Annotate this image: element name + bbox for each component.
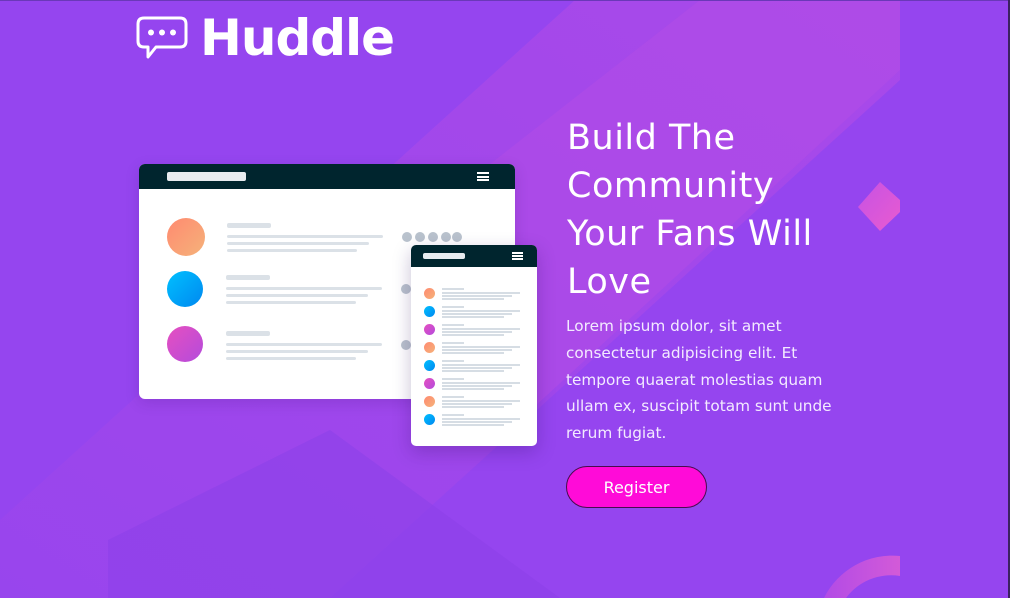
avatar-icon bbox=[424, 288, 435, 299]
hero-description: Lorem ipsum dolor, sit amet consectetur … bbox=[566, 317, 832, 443]
menu-icon bbox=[477, 172, 489, 181]
avatar-icon bbox=[424, 324, 435, 335]
placeholder-line bbox=[226, 294, 368, 297]
mobile-window-mockup bbox=[411, 245, 537, 446]
titlebar-placeholder-line bbox=[167, 172, 246, 181]
top-edge bbox=[0, 0, 1010, 1]
menu-icon bbox=[512, 252, 523, 260]
mobile-list-item bbox=[411, 322, 537, 340]
brand-name: Huddle bbox=[200, 9, 395, 67]
placeholder-line bbox=[227, 235, 383, 238]
avatar-icon bbox=[424, 396, 435, 407]
placeholder-line bbox=[226, 343, 382, 346]
mobile-list-item bbox=[411, 286, 537, 304]
avatar-icon bbox=[424, 342, 435, 353]
mobile-list-item bbox=[411, 340, 537, 358]
mobile-window-titlebar bbox=[411, 245, 537, 267]
avatar-icon bbox=[424, 306, 435, 317]
desktop-window-titlebar bbox=[139, 164, 515, 189]
status-dot bbox=[428, 232, 438, 242]
placeholder-line bbox=[226, 350, 368, 353]
mobile-list-item bbox=[411, 412, 537, 430]
avatar-icon bbox=[424, 378, 435, 389]
mobile-list-item bbox=[411, 358, 537, 376]
placeholder-line bbox=[226, 357, 356, 360]
titlebar-placeholder-line bbox=[423, 253, 465, 259]
avatar-icon bbox=[424, 360, 435, 371]
placeholder-line bbox=[226, 331, 270, 336]
status-dot bbox=[415, 232, 425, 242]
register-button[interactable]: Register bbox=[566, 466, 707, 508]
placeholder-line bbox=[226, 301, 356, 304]
avatar-icon bbox=[167, 218, 205, 256]
hero-heading: Build The Community Your Fans Will Love bbox=[567, 118, 813, 302]
app-mockup-illustration bbox=[139, 164, 539, 448]
placeholder-line bbox=[226, 275, 270, 280]
placeholder-line bbox=[227, 242, 369, 245]
status-dot bbox=[452, 232, 462, 242]
placeholder-line bbox=[227, 223, 271, 228]
placeholder-line bbox=[227, 249, 357, 252]
placeholder-line bbox=[226, 287, 382, 290]
avatar-icon bbox=[167, 271, 203, 307]
mobile-list-item bbox=[411, 394, 537, 412]
status-dot bbox=[401, 340, 411, 350]
status-dot bbox=[401, 284, 411, 294]
logo[interactable]: Huddle bbox=[136, 9, 395, 67]
status-dot bbox=[402, 232, 412, 242]
status-dot bbox=[441, 232, 451, 242]
avatar-icon bbox=[424, 414, 435, 425]
avatar-icon bbox=[167, 326, 203, 362]
chat-bubble-icon bbox=[136, 16, 188, 59]
mobile-list-item bbox=[411, 376, 537, 394]
mobile-list-item bbox=[411, 304, 537, 322]
